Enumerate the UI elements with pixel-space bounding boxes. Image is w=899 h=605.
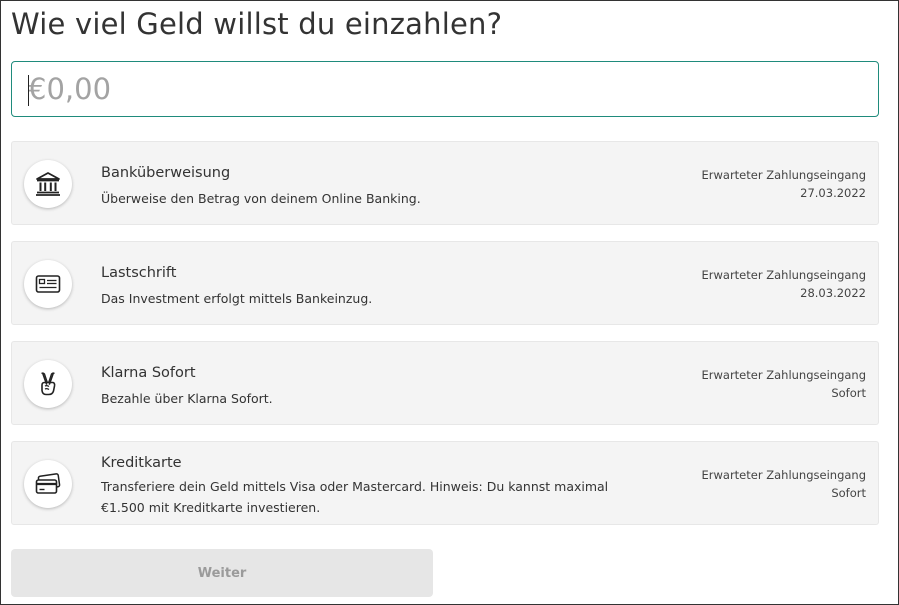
method-title: Lastschrift xyxy=(101,265,177,281)
continue-button[interactable]: Weiter xyxy=(11,549,433,597)
payment-method-credit-card[interactable]: Kreditkarte Transferiere dein Geld mitte… xyxy=(11,441,879,525)
method-description: Bezahle über Klarna Sofort. xyxy=(101,391,273,406)
expected-arrival-label: Erwarteter Zahlungseingang xyxy=(701,468,867,482)
bank-icon xyxy=(24,160,72,208)
victory-hand-icon xyxy=(24,360,72,408)
method-title: Klarna Sofort xyxy=(101,365,196,381)
expected-arrival-date: Sofort xyxy=(831,486,866,500)
page-title: Wie viel Geld willst du einzahlen? xyxy=(11,7,503,41)
amount-input[interactable] xyxy=(13,63,877,115)
payment-method-klarna-sofort[interactable]: Klarna Sofort Bezahle über Klarna Sofort… xyxy=(11,341,879,425)
method-description: Überweise den Betrag von deinem Online B… xyxy=(101,191,421,206)
deposit-panel: Wie viel Geld willst du einzahlen? Bankü… xyxy=(0,0,899,605)
text-caret xyxy=(28,75,29,106)
expected-arrival-label: Erwarteter Zahlungseingang xyxy=(701,368,867,382)
amount-input-container[interactable] xyxy=(11,61,879,117)
method-description: Das Investment erfolgt mittels Bankeinzu… xyxy=(101,291,373,306)
expected-arrival-date: 28.03.2022 xyxy=(800,286,866,300)
payment-method-direct-debit[interactable]: Lastschrift Das Investment erfolgt mitte… xyxy=(11,241,879,325)
expected-arrival-date: Sofort xyxy=(831,386,866,400)
expected-arrival-label: Erwarteter Zahlungseingang xyxy=(701,268,867,282)
method-title: Kreditkarte xyxy=(101,455,182,471)
method-title: Banküberweisung xyxy=(101,165,231,181)
expected-arrival-date: 27.03.2022 xyxy=(800,186,866,200)
method-description: Transferiere dein Geld mittels Visa oder… xyxy=(101,479,609,515)
payment-method-bank-transfer[interactable]: Banküberweisung Überweise den Betrag von… xyxy=(11,141,879,225)
id-card-icon xyxy=(24,260,72,308)
expected-arrival-label: Erwarteter Zahlungseingang xyxy=(701,168,867,182)
credit-cards-icon xyxy=(24,460,72,508)
